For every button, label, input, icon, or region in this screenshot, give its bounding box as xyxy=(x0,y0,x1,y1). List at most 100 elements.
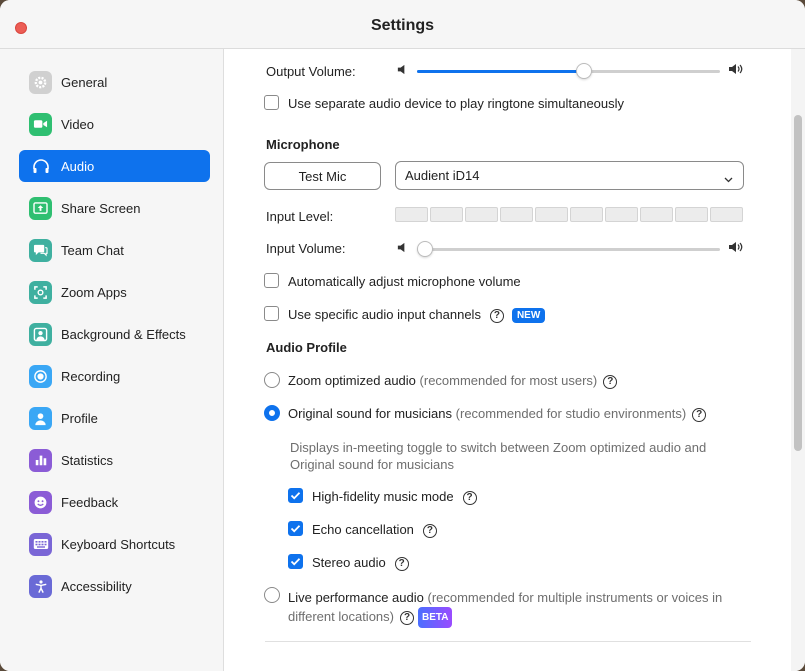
live-performance-row: Live performance audio (recommended for … xyxy=(288,588,788,629)
sidebar-item-label: Team Chat xyxy=(61,242,124,258)
output-volume-fill xyxy=(417,70,584,73)
input-volume-label: Input Volume: xyxy=(266,241,346,256)
gear-icon xyxy=(29,70,52,94)
sidebar-item-statistics[interactable]: Statistics xyxy=(19,444,210,476)
stereo-audio-checkbox[interactable] xyxy=(288,554,303,569)
sidebar-item-label: Keyboard Shortcuts xyxy=(61,536,176,552)
sidebar-item-team-chat[interactable]: Team Chat xyxy=(19,234,210,266)
microphone-select[interactable]: Audient iD14 xyxy=(395,161,744,190)
separate-ringtone-checkbox[interactable] xyxy=(264,95,279,110)
specific-input-channels-label: Use specific audio input channels xyxy=(288,307,481,322)
auto-adjust-mic-checkbox[interactable] xyxy=(264,273,279,288)
high-fidelity-checkbox[interactable] xyxy=(288,488,303,503)
help-icon[interactable]: ? xyxy=(462,490,477,505)
original-sound-description-line: Original sound for musicians xyxy=(290,457,455,472)
checkmark-icon xyxy=(290,525,301,533)
input-level-label: Input Level: xyxy=(266,209,334,224)
sidebar-item-video[interactable]: Video xyxy=(19,108,210,140)
help-icon[interactable]: ? xyxy=(603,374,618,389)
apps-icon xyxy=(29,280,52,304)
echo-cancellation-row: Echo cancellation? xyxy=(312,522,437,538)
sidebar-item-background-effects[interactable]: Background & Effects xyxy=(19,318,210,350)
input-level-segment xyxy=(465,207,498,222)
sidebar-item-label: General xyxy=(61,74,108,90)
original-sound-label: Original sound for musicians xyxy=(288,406,453,421)
separate-ringtone-label: Use separate audio device to play ringto… xyxy=(288,96,625,111)
video-icon xyxy=(29,112,52,136)
sidebar-item-general[interactable]: General xyxy=(19,66,210,98)
sidebar-item-zoom-apps[interactable]: Zoom Apps xyxy=(19,276,210,308)
keyboard-icon xyxy=(29,532,52,556)
share-screen-icon xyxy=(29,196,52,220)
recording-icon xyxy=(29,364,52,388)
sidebar-item-keyboard-shortcuts[interactable]: Keyboard Shortcuts xyxy=(19,528,210,560)
speaker-high-icon xyxy=(728,62,744,79)
specific-input-channels-checkbox[interactable] xyxy=(264,306,279,321)
input-level-segment xyxy=(535,207,568,222)
output-volume-knob[interactable] xyxy=(576,63,592,79)
sidebar-item-profile[interactable]: Profile xyxy=(19,402,210,434)
echo-cancellation-checkbox[interactable] xyxy=(288,521,303,536)
original-sound-description-line: Displays in-meeting toggle to switch bet… xyxy=(290,440,707,455)
zoom-optimized-radio[interactable] xyxy=(264,372,280,388)
sidebar-item-recording[interactable]: Recording xyxy=(19,360,210,392)
live-performance-radio[interactable] xyxy=(264,587,280,603)
help-icon[interactable]: ? xyxy=(400,610,414,625)
audio-settings-panel: Output Volume: Use separate audio device… xyxy=(225,49,791,671)
new-badge: NEW xyxy=(511,308,546,324)
scrollbar[interactable] xyxy=(791,49,805,671)
sidebar-item-label: Audio xyxy=(61,158,95,174)
input-level-segment xyxy=(710,207,743,222)
input-level-segment xyxy=(640,207,673,222)
auto-adjust-mic-label: Automatically adjust microphone volume xyxy=(288,274,521,289)
help-icon[interactable]: ? xyxy=(394,556,409,571)
sidebar-item-label: Share Screen xyxy=(61,200,141,216)
input-level-segment xyxy=(675,207,708,222)
input-level-segment xyxy=(395,207,428,222)
microphone-select-value: Audient iD14 xyxy=(405,168,480,183)
help-icon[interactable]: ? xyxy=(489,308,504,323)
section-divider xyxy=(265,641,751,642)
sidebar-item-share-screen[interactable]: Share Screen xyxy=(19,192,210,224)
feedback-icon xyxy=(29,490,52,514)
background-icon xyxy=(29,322,52,346)
checkmark-icon xyxy=(290,492,301,500)
beta-badge: BETA xyxy=(418,607,453,629)
output-volume-label: Output Volume: xyxy=(266,64,356,79)
test-mic-button[interactable]: Test Mic xyxy=(264,162,381,190)
speaker-high-icon xyxy=(728,240,744,257)
live-performance-note: (recommended for multiple instruments or… xyxy=(427,590,723,605)
echo-cancellation-label: Echo cancellation xyxy=(312,522,414,537)
sidebar-item-label: Profile xyxy=(61,410,98,426)
sidebar-item-audio[interactable]: Audio xyxy=(19,150,210,182)
original-sound-row: Original sound for musicians (recommende… xyxy=(288,406,707,422)
profile-icon xyxy=(29,406,52,430)
sidebar-item-label: Statistics xyxy=(61,452,114,468)
chat-icon xyxy=(29,238,52,262)
speaker-low-icon xyxy=(396,63,409,79)
title-bar: Settings xyxy=(0,0,805,49)
live-performance-label: Live performance audio xyxy=(288,590,424,605)
specific-input-channels-row: Use specific audio input channels? NEW xyxy=(288,307,546,324)
zoom-optimized-label: Zoom optimized audio xyxy=(288,373,416,388)
window-title: Settings xyxy=(370,17,435,34)
help-icon[interactable]: ? xyxy=(422,523,437,538)
input-level-segment xyxy=(430,207,463,222)
settings-window: Settings General Video Audio Share Scree… xyxy=(0,0,805,671)
original-sound-description: Displays in-meeting toggle to switch bet… xyxy=(290,439,706,473)
scrollbar-thumb[interactable] xyxy=(794,115,802,451)
sidebar-item-accessibility[interactable]: Accessibility xyxy=(19,570,210,602)
sidebar-item-feedback[interactable]: Feedback xyxy=(19,486,210,518)
output-volume-slider[interactable] xyxy=(417,63,720,79)
help-icon[interactable]: ? xyxy=(692,407,707,422)
high-fidelity-row: High-fidelity music mode? xyxy=(312,489,477,505)
input-level-segment xyxy=(605,207,638,222)
input-volume-knob[interactable] xyxy=(417,241,433,257)
sidebar: General Video Audio Share Screen Team Ch… xyxy=(0,49,224,671)
input-volume-slider[interactable] xyxy=(417,241,720,257)
original-sound-radio[interactable] xyxy=(264,405,280,421)
sidebar-item-label: Video xyxy=(61,116,95,132)
zoom-optimized-row: Zoom optimized audio (recommended for mo… xyxy=(288,373,618,389)
audio-profile-section-title: Audio Profile xyxy=(266,340,347,355)
sidebar-item-label: Zoom Apps xyxy=(61,284,127,300)
